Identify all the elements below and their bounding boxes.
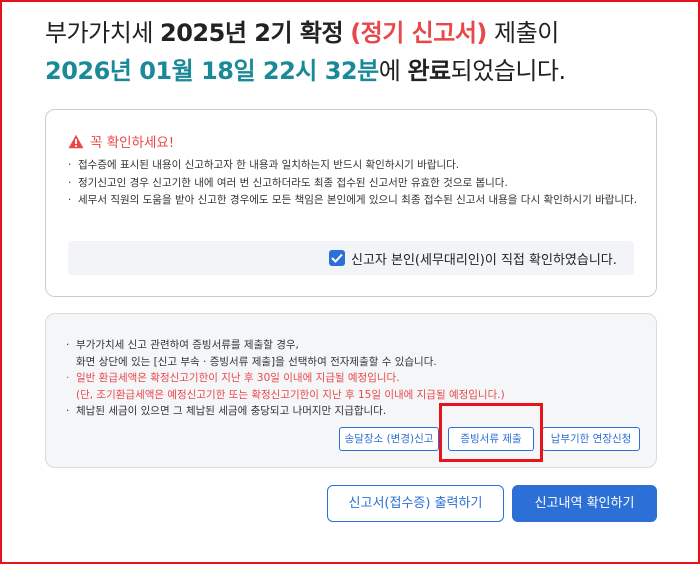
evidence-submit-button[interactable]: 증빙서류 제출 xyxy=(448,427,534,451)
headline-mid: 에 xyxy=(378,57,408,85)
headline-complete: 완료 xyxy=(407,57,451,85)
info-item: 체납된 세금이 있으면 그 체납된 세금에 충당되고 나머지만 지급합니다. xyxy=(66,403,651,420)
notice-list: 접수증에 표시된 내용이 신고하고자 한 내용과 일치하는지 반드시 확인하시기… xyxy=(68,157,638,210)
completion-headline: 부가가치세 2025년 2기 확정 (정기 신고서) 제출이 2026년 01월… xyxy=(45,14,685,90)
print-receipt-button[interactable]: 신고서(접수증) 출력하기 xyxy=(327,485,504,522)
refund-item-continued: (단, 조기환급세액은 예정신고기한 또는 확정신고기한이 지난 후 15일 이… xyxy=(76,388,505,401)
headline-suffix: 제출이 xyxy=(486,19,559,47)
headline-end: 되었습니다. xyxy=(450,57,567,85)
notice-item: 세무서 직원의 도움을 받아 신고한 경우에도 모든 책임은 본인에게 있으니 … xyxy=(68,192,638,210)
warning-triangle-icon xyxy=(68,134,84,149)
info-panel: 부가가치세 신고 관련하여 증빙서류를 제출할 경우, 화면 상단에 있는 [신… xyxy=(45,313,657,468)
submission-datetime: 2026년 01월 18일 22시 32분 xyxy=(45,57,379,85)
confirm-checkbox[interactable] xyxy=(329,250,345,266)
headline-filing-type: (정기 신고서) xyxy=(350,19,487,47)
payment-extension-button[interactable]: 납부기한 연장신청 xyxy=(542,427,640,451)
notice-item: 접수증에 표시된 내용이 신고하고자 한 내용과 일치하는지 반드시 확인하시기… xyxy=(68,157,638,175)
confirm-label[interactable]: 신고자 본인(세무대리인)이 직접 확인하였습니다. xyxy=(351,249,617,268)
headline-line-1: 부가가치세 2025년 2기 확정 (정기 신고서) 제출이 xyxy=(45,14,685,52)
headline-prefix: 부가가치세 xyxy=(45,19,161,47)
notice-title-text: 꼭 확인하세요! xyxy=(90,135,175,151)
info-list: 부가가치세 신고 관련하여 증빙서류를 제출할 경우, 화면 상단에 있는 [신… xyxy=(66,337,651,420)
checkmark-icon xyxy=(331,253,343,263)
notice-panel: 꼭 확인하세요! 접수증에 표시된 내용이 신고하고자 한 내용과 일치하는지 … xyxy=(45,109,657,297)
headline-line-2: 2026년 01월 18일 22시 32분에 완료되었습니다. xyxy=(45,52,685,90)
address-change-button[interactable]: 송달장소 (변경)신고 xyxy=(339,427,439,451)
info-item: 부가가치세 신고 관련하여 증빙서류를 제출할 경우, xyxy=(66,337,651,354)
headline-period: 2025년 2기 확정 xyxy=(160,19,344,47)
confirm-row[interactable]: 신고자 본인(세무대리인)이 직접 확인하였습니다. xyxy=(68,241,634,275)
info-item-continued: 화면 상단에 있는 [신고 부속 · 증빙서류 제출]을 선택하여 전자제출할 … xyxy=(76,355,437,368)
notice-item: 정기신고인 경우 신고기한 내에 여러 번 신고하더라도 최종 접수된 신고서만… xyxy=(68,175,638,193)
view-history-button[interactable]: 신고내역 확인하기 xyxy=(512,485,657,522)
notice-title: 꼭 확인하세요! xyxy=(68,131,174,151)
refund-item: 일반 환급세액은 확정신고기한이 지난 후 30일 이내에 지급될 예정입니다. xyxy=(66,370,651,387)
